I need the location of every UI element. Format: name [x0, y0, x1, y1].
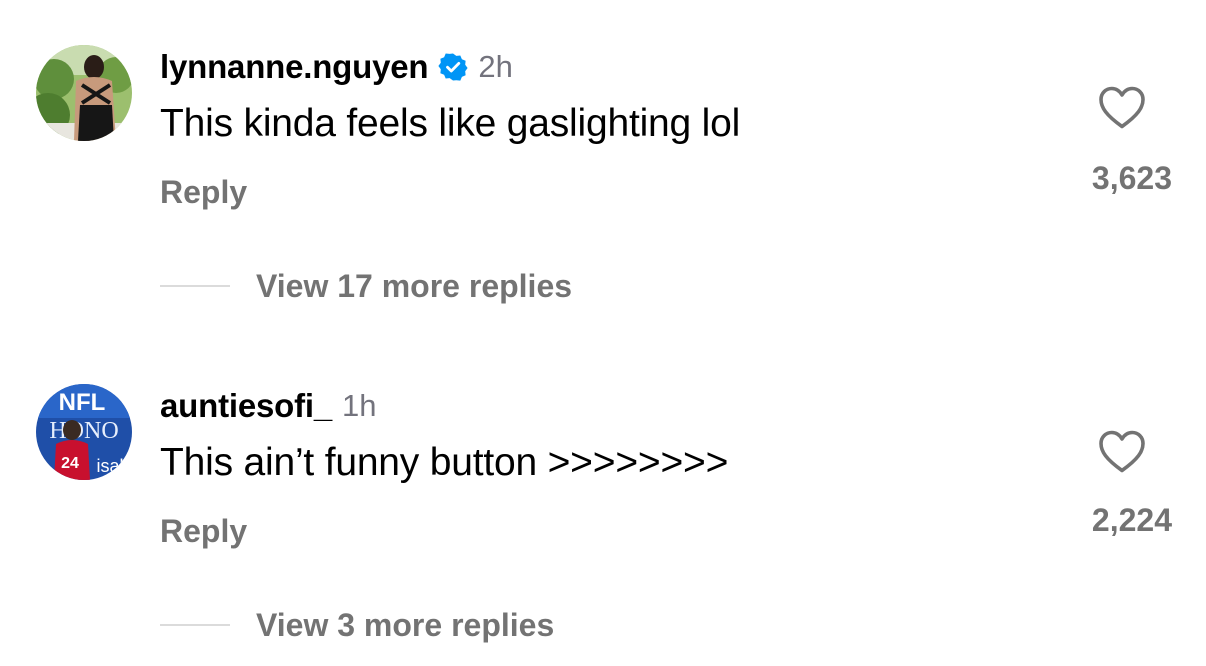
avatar-bottom-text: isal: [96, 456, 123, 476]
comment-text: This kinda feels like gaslighting lol: [160, 102, 741, 145]
comment-timestamp: 2h: [478, 49, 513, 84]
avatar-banner-text: NFL: [59, 389, 106, 416]
thread-divider: [160, 624, 230, 626]
reply-button[interactable]: Reply: [160, 513, 247, 550]
like-count: 2,224: [1091, 502, 1172, 538]
comment-header: auntiesofi_ 1h: [160, 385, 377, 427]
avatar[interactable]: NFL HONO 24 isal: [36, 384, 132, 480]
avatar-photo: [36, 45, 132, 141]
verified-badge-icon: [438, 52, 468, 82]
comment-text: This ain’t funny button >>>>>>>>: [160, 441, 729, 484]
view-replies-label: View 3 more replies: [256, 606, 555, 643]
username[interactable]: auntiesofi_: [160, 387, 332, 425]
view-replies-button[interactable]: View 3 more replies: [160, 603, 554, 647]
view-replies-button[interactable]: View 17 more replies: [160, 264, 572, 308]
like-count: 3,623: [1091, 160, 1172, 196]
thread-divider: [160, 285, 230, 287]
heart-outline-icon[interactable]: [1096, 82, 1148, 134]
view-replies-label: View 17 more replies: [256, 267, 573, 304]
reply-button[interactable]: Reply: [160, 174, 247, 211]
comment-timestamp: 1h: [342, 388, 377, 423]
avatar[interactable]: [36, 45, 132, 141]
username[interactable]: lynnanne.nguyen: [160, 48, 429, 86]
avatar-jersey-text: 24: [61, 455, 79, 472]
avatar-sign-text: HONO: [49, 418, 118, 444]
heart-outline-icon[interactable]: [1096, 426, 1148, 478]
comment-header: lynnanne.nguyen 2h: [160, 46, 513, 88]
avatar-photo: NFL HONO 24 isal: [36, 384, 132, 480]
